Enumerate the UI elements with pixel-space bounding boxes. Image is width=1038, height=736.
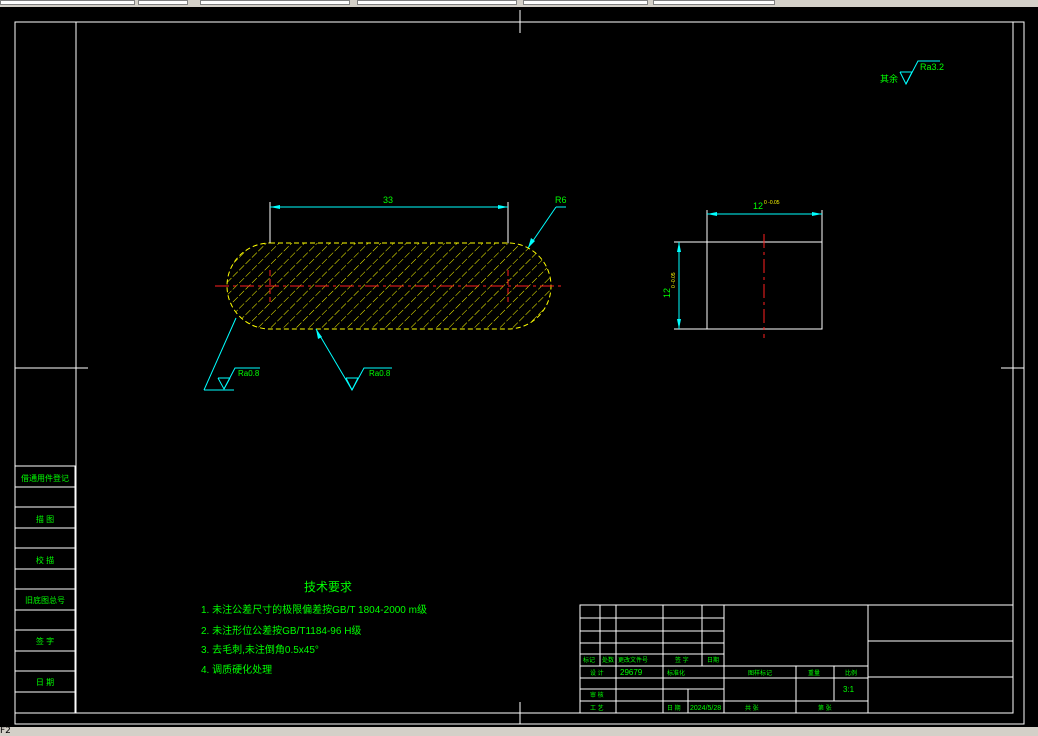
tech-note-3: 3. 去毛刺,未注倒角0.5x45° <box>201 643 319 656</box>
side-label-2: 描 图 <box>36 514 54 524</box>
roughness-left-text: Ra0.8 <box>238 369 260 378</box>
cad-drawing-canvas[interactable]: 其余 Ra3.2 33 R6 Ra0.8 Ra0.8 12 0 -0.05 12… <box>0 0 1038 727</box>
tb-scale-value: 3:1 <box>843 685 855 694</box>
dimension-radius-text: R6 <box>555 195 567 205</box>
tb-review-label: 审 核 <box>590 691 604 699</box>
tb-label-date: 日期 <box>707 656 719 664</box>
outer-border <box>14 21 1025 725</box>
tb-process-label: 工 艺 <box>590 704 604 712</box>
dimension-length: 33 <box>269 195 509 243</box>
tb-stage-label: 图样标记 <box>748 669 772 677</box>
tb-design-value: 29679 <box>620 668 643 677</box>
general-roughness-symbol: 其余 Ra3.2 <box>880 60 944 86</box>
tb-std-label: 标准化 <box>667 669 685 677</box>
tech-note-1: 1. 未注公差尺寸的极限偏差按GB/T 1804-2000 m级 <box>201 603 427 616</box>
tb-date-value: 2024/5/28 <box>690 705 721 712</box>
tb-scale-label: 比例 <box>845 669 857 677</box>
side-label-5: 签 字 <box>36 636 54 646</box>
tech-note-2: 2. 未注形位公差按GB/T1184-96 H级 <box>201 624 361 637</box>
key-front-view <box>215 242 565 330</box>
roughness-prefix: 其余 <box>880 73 898 84</box>
roughness-leader-left: Ra0.8 <box>203 317 260 391</box>
tb-label-sign: 签 字 <box>675 656 689 664</box>
side-column <box>14 465 76 714</box>
technical-requirements: 技术要求 1. 未注公差尺寸的极限偏差按GB/T 1804-2000 m级 2.… <box>201 580 427 676</box>
tech-note-4: 4. 调质硬化处理 <box>201 663 272 676</box>
dimension-width-text: 12 <box>753 201 763 211</box>
status-text: F2 <box>0 727 11 736</box>
side-label-4: 旧底图总号 <box>25 595 65 605</box>
tb-label-count: 处数 <box>602 656 614 664</box>
dimension-length-text: 33 <box>383 195 393 205</box>
dimension-width-tolerance: 0 -0.05 <box>764 200 780 206</box>
dimension-height-text: 12 <box>662 288 672 298</box>
title-block-text: 标记 处数 更改文件号 签 字 日期 设 计 29679 标准化 审 核 工 艺… <box>583 656 857 712</box>
tb-label-changefile: 更改文件号 <box>618 656 648 664</box>
dimension-radius: R6 <box>527 195 567 249</box>
roughness-bottom-text: Ra0.8 <box>369 369 391 378</box>
key-side-view: 12 0 -0.05 12 0 -0.05 <box>662 200 823 338</box>
side-label-1: 借通用件登记 <box>21 473 69 483</box>
tech-title: 技术要求 <box>304 580 352 594</box>
side-label-3: 校 描 <box>36 555 54 565</box>
roughness-leader-bottom: Ra0.8 <box>315 328 392 392</box>
tb-design-label: 设 计 <box>590 669 604 677</box>
tb-date-label: 日 期 <box>667 704 681 712</box>
tb-weight-label: 重量 <box>808 669 820 677</box>
tb-label-mark: 标记 <box>583 656 595 664</box>
tb-sheet-total: 共 张 <box>745 704 759 712</box>
side-label-6: 日 期 <box>36 678 54 687</box>
tb-sheet-number: 第 张 <box>818 704 832 712</box>
dimension-height-tolerance: 0 -0.05 <box>671 272 677 288</box>
status-bar: F2 <box>0 727 1038 736</box>
roughness-value: Ra3.2 <box>920 62 944 72</box>
